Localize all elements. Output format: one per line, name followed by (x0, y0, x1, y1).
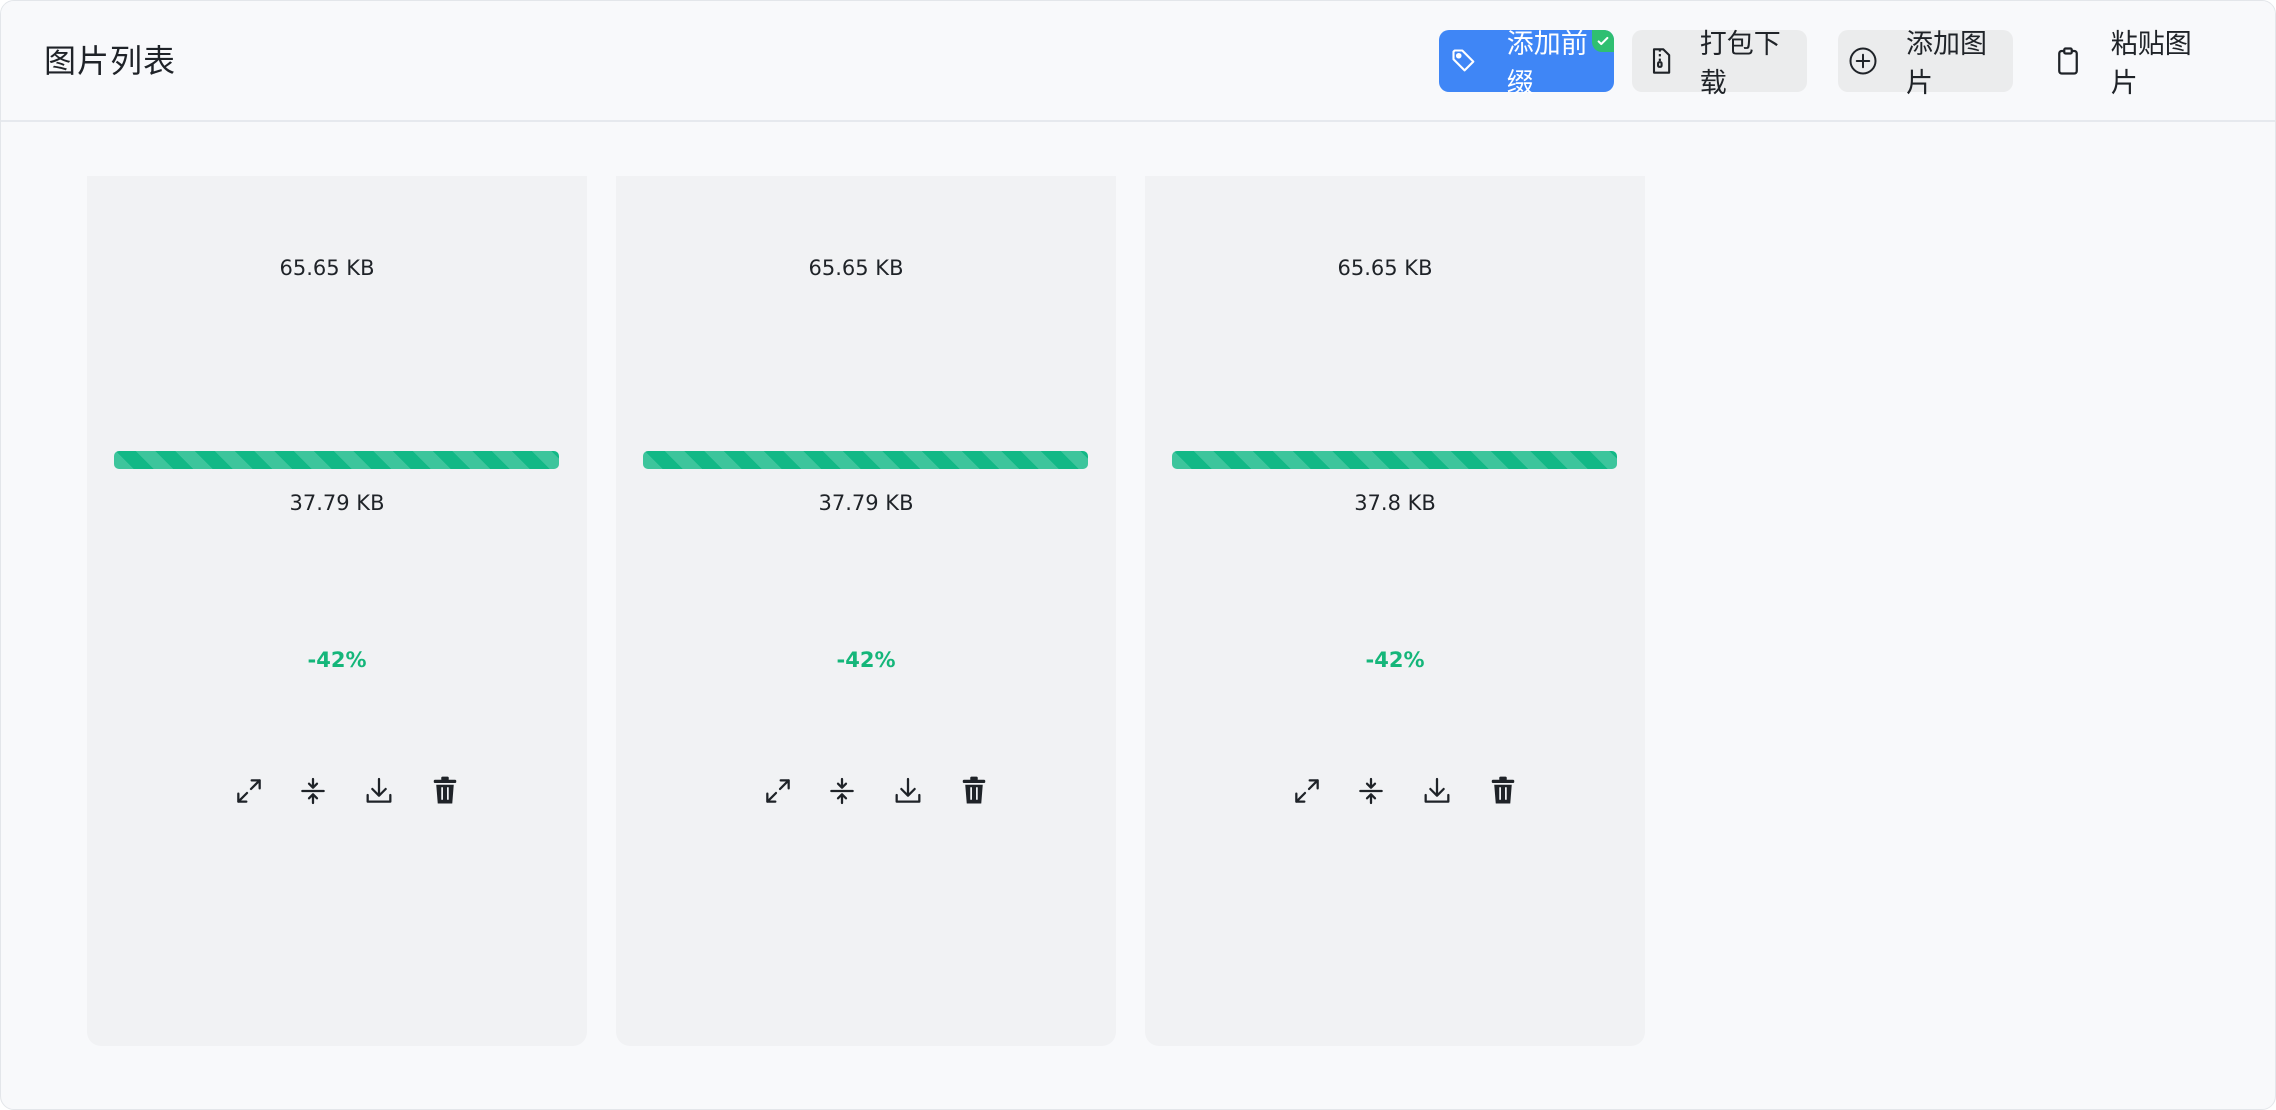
compression-progress-bar (1172, 451, 1617, 469)
image-card: 65.65 KB 37.79 KB -42% (87, 176, 587, 1046)
compression-progress-bar (114, 451, 559, 469)
tag-icon (1449, 46, 1479, 76)
clipboard-icon (2053, 46, 2083, 76)
image-card: 65.65 KB 37.8 KB -42% (1145, 176, 1645, 1046)
expand-icon[interactable] (761, 774, 795, 808)
check-badge-icon (1592, 30, 1614, 52)
compress-icon[interactable] (1354, 774, 1388, 808)
progress-fill (114, 451, 559, 469)
paste-image-label: 粘贴图片 (2110, 29, 2192, 99)
pack-download-button[interactable]: 打包下载 (1632, 29, 1807, 99)
plus-circle-icon (1848, 46, 1878, 76)
download-icon[interactable] (362, 774, 396, 808)
compression-progress-bar (643, 451, 1088, 469)
download-icon[interactable] (1420, 774, 1454, 808)
compressed-size: 37.79 KB (289, 491, 385, 515)
expand-icon[interactable] (232, 774, 266, 808)
add-image-label: 添加图片 (1906, 29, 1987, 99)
zip-file-icon (1646, 46, 1676, 76)
compressed-size: 37.8 KB (1354, 491, 1436, 515)
pack-download-label: 打包下载 (1699, 29, 1781, 99)
card-actions (1290, 774, 1520, 808)
original-size: 65.65 KB (808, 256, 904, 280)
compress-icon[interactable] (296, 774, 330, 808)
progress-fill (643, 451, 1088, 469)
compression-ratio: -42% (1365, 648, 1425, 672)
app-frame: 图片列表 添加前缀 打包下载 添加图片 粘贴图片 65.65 KB 37.79 … (0, 0, 2276, 1110)
header-bar: 图片列表 添加前缀 打包下载 添加图片 粘贴图片 (1, 1, 2275, 122)
card-actions (232, 774, 462, 808)
paste-image-button[interactable]: 粘贴图片 (2043, 29, 2218, 99)
image-card: 65.65 KB 37.79 KB -42% (616, 176, 1116, 1046)
progress-fill (1172, 451, 1617, 469)
original-size: 65.65 KB (1337, 256, 1433, 280)
card-actions (761, 774, 991, 808)
compress-icon[interactable] (825, 774, 859, 808)
original-size: 65.65 KB (279, 256, 375, 280)
page-title: 图片列表 (44, 42, 177, 80)
add-image-button[interactable]: 添加图片 (1838, 29, 2013, 99)
compression-ratio: -42% (307, 648, 367, 672)
add-prefix-button[interactable]: 添加前缀 (1439, 29, 1614, 99)
trash-icon[interactable] (1486, 774, 1520, 808)
compressed-size: 37.79 KB (818, 491, 914, 515)
download-icon[interactable] (891, 774, 925, 808)
expand-icon[interactable] (1290, 774, 1324, 808)
compression-ratio: -42% (836, 648, 896, 672)
trash-icon[interactable] (428, 774, 462, 808)
trash-icon[interactable] (957, 774, 991, 808)
